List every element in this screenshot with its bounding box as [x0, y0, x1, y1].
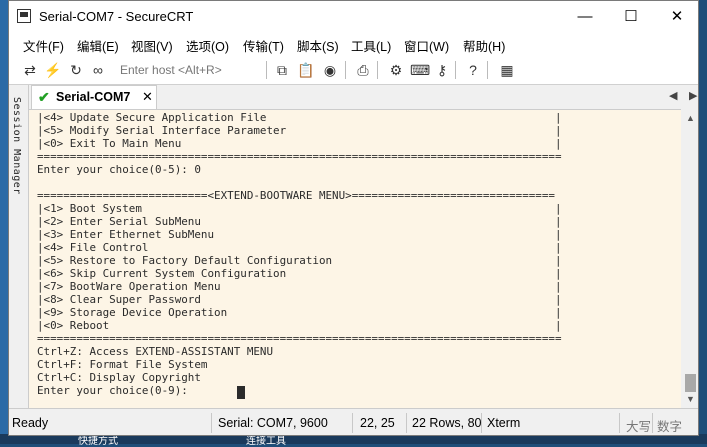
status-separator — [352, 413, 353, 433]
keymap-icon[interactable]: ⌨ — [410, 61, 430, 79]
app-icon — [17, 9, 31, 23]
help-icon[interactable]: ? — [464, 61, 482, 79]
status-caps: 大写 — [626, 420, 652, 434]
menu-edit[interactable]: 编辑(E) — [77, 36, 119, 55]
scrollbar-thumb[interactable] — [685, 374, 696, 392]
menu-script[interactable]: 脚本(S) — [297, 36, 339, 55]
vertical-scrollbar[interactable]: ▲ ▼ — [681, 109, 698, 408]
status-size: 22 Rows, 80 — [412, 416, 482, 430]
menu-view[interactable]: 视图(V) — [131, 36, 173, 55]
paste-icon[interactable]: 📋 — [297, 61, 315, 79]
maximize-button[interactable]: ☐ — [608, 1, 654, 32]
menu-options[interactable]: 选项(O) — [186, 36, 229, 55]
status-bar: Ready Serial: COM7, 9600 22, 25 22 Rows,… — [9, 408, 698, 435]
title-bar[interactable]: Serial-COM7 - SecureCRT — ☐ ✕ — [9, 1, 698, 32]
status-separator — [481, 413, 482, 433]
terminal-cursor — [237, 386, 245, 399]
toolbar-separator — [455, 61, 456, 79]
tab-strip: ✔ Serial-COM7 ✕ ◀ ▶ — [29, 85, 698, 109]
menu-tools[interactable]: 工具(L) — [351, 36, 391, 55]
copy-icon[interactable]: ⧉ — [273, 61, 291, 79]
tab-scroll-left-icon[interactable]: ◀ — [669, 89, 677, 102]
toolbar: ⇄ ⚡ ↻ ∞ Enter host <Alt+R> ⧉ 📋 ◉ ⎙ ⚙ ⌨ ⚷… — [9, 56, 698, 85]
menu-window[interactable]: 窗口(W) — [404, 36, 449, 55]
settings-icon[interactable]: ⚙ — [387, 61, 405, 79]
tab-label: Serial-COM7 — [56, 90, 131, 104]
tab-scroll-right-icon[interactable]: ▶ — [689, 89, 697, 102]
status-emulation: Xterm — [487, 416, 521, 430]
status-cursor-position: 22, 25 — [360, 416, 395, 430]
close-button[interactable]: ✕ — [654, 1, 698, 32]
status-separator — [652, 413, 653, 433]
minimize-button[interactable]: — — [562, 1, 608, 32]
disconnect-icon[interactable]: ∞ — [89, 61, 107, 79]
menu-file[interactable]: 文件(F) — [23, 36, 64, 55]
find-icon[interactable]: ◉ — [321, 61, 339, 79]
session-manager-label: Session Manager — [11, 97, 22, 195]
status-connection: Serial: COM7, 9600 — [218, 416, 328, 430]
toolbar-separator — [266, 61, 267, 79]
tab-serial-com7[interactable]: ✔ Serial-COM7 ✕ — [31, 85, 157, 109]
status-separator — [406, 413, 407, 433]
sftp-icon[interactable]: ▦ — [498, 61, 516, 79]
print-icon[interactable]: ⎙ — [354, 61, 372, 79]
menu-help[interactable]: 帮助(H) — [463, 36, 505, 55]
status-separator — [211, 413, 212, 433]
key-icon[interactable]: ⚷ — [433, 61, 451, 79]
session-manager-rail[interactable]: Session Manager — [9, 85, 29, 408]
window-title: Serial-COM7 - SecureCRT — [39, 9, 194, 24]
status-num: 数字 — [657, 420, 683, 434]
tab-close-icon[interactable]: ✕ — [142, 89, 153, 105]
status-separator — [619, 413, 620, 433]
toolbar-separator — [345, 61, 346, 79]
status-ready: Ready — [12, 416, 49, 430]
scroll-up-icon[interactable]: ▲ — [681, 113, 698, 123]
connected-check-icon: ✔ — [38, 89, 50, 105]
securecrt-window: Serial-COM7 - SecureCRT — ☐ ✕ 文件(F) 编辑(E… — [8, 0, 699, 436]
desktop-background — [0, 0, 8, 444]
host-input[interactable]: Enter host <Alt+R> — [120, 61, 260, 79]
terminal-output: |<4> Update Secure Application File | |<… — [37, 111, 562, 397]
menu-bar: 文件(F) 编辑(E) 视图(V) 选项(O) 传输(T) 脚本(S) 工具(L… — [9, 32, 698, 56]
terminal-screen[interactable]: |<4> Update Secure Application File | |<… — [29, 109, 681, 408]
toolbar-separator — [487, 61, 488, 79]
scroll-down-icon[interactable]: ▼ — [681, 394, 698, 404]
menu-transfer[interactable]: 传输(T) — [243, 36, 284, 55]
quick-connect-icon[interactable]: ⚡ — [44, 61, 62, 79]
reconnect-icon[interactable]: ↻ — [67, 61, 85, 79]
connect-icon[interactable]: ⇄ — [21, 61, 39, 79]
toolbar-separator — [377, 61, 378, 79]
